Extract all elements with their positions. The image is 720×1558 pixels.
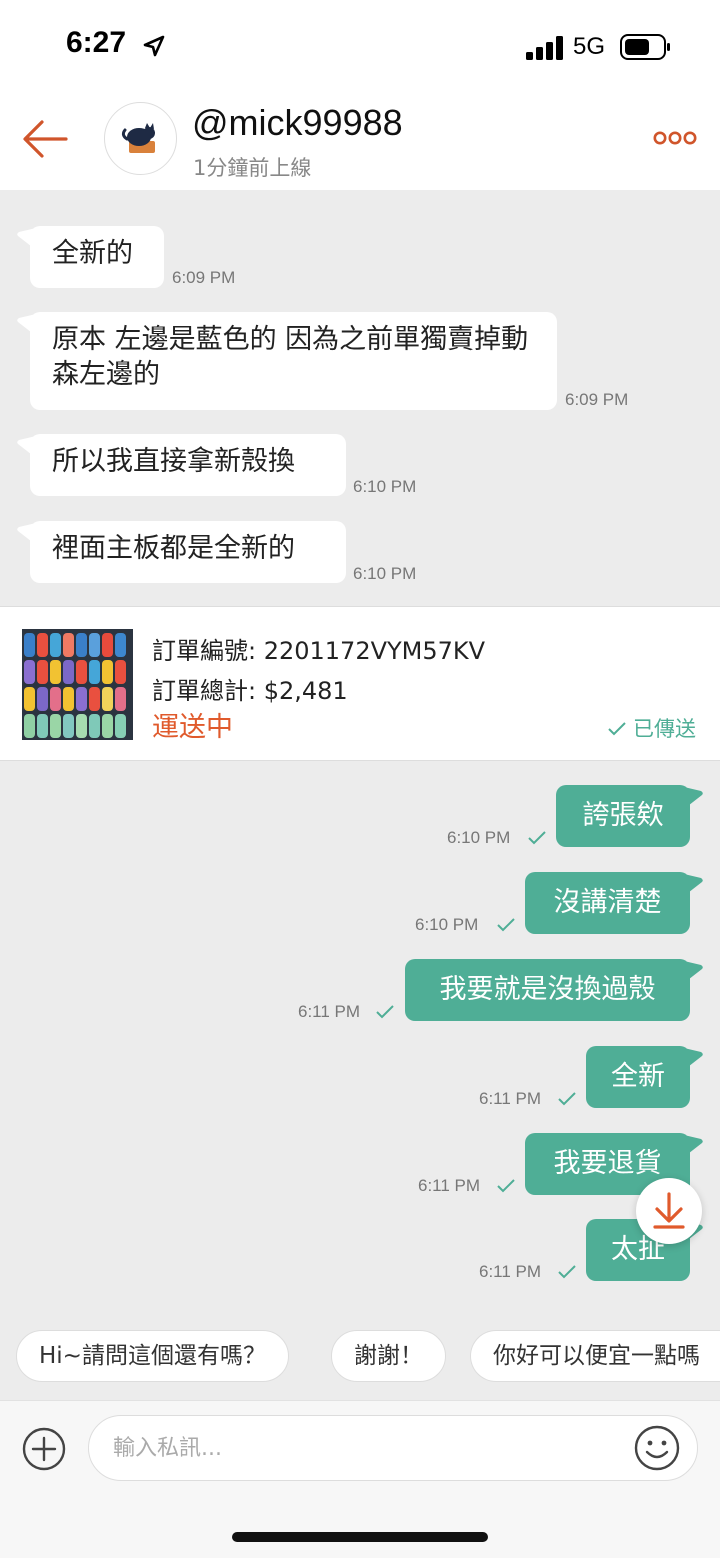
home-area [0,1495,720,1558]
order-thumbnail [22,629,133,740]
message-outgoing[interactable]: 誇張欸 [556,785,690,847]
check-icon [497,918,515,932]
location-arrow-icon [143,35,165,57]
message-incoming[interactable]: 所以我直接拿新殼換 [30,434,346,496]
quick-reply-chip[interactable]: Hi~請問這個還有嗎？ [16,1330,289,1382]
message-time: 6:10 PM [353,477,417,496]
message-incoming[interactable]: 全新的 [30,226,164,288]
message-text: 我要退貨 [553,1148,662,1179]
quick-replies: Hi~請問這個還有嗎？ 謝謝！ 你好可以便宜一點嗎 [0,1320,720,1400]
home-indicator[interactable] [232,1532,488,1542]
scroll-down-icon [653,1192,685,1229]
chat-header: @mick99988 1分鐘前上線 [0,90,720,190]
check-icon [497,1179,515,1193]
battery-icon [620,34,670,60]
check-icon [608,722,627,736]
message-incoming[interactable]: 裡面主板都是全新的 [30,521,346,583]
check-icon [376,1005,394,1019]
quick-reply-chip[interactable]: 你好可以便宜一點嗎 [470,1330,720,1382]
bubble-tail [684,874,703,896]
bubble-tail [684,1048,703,1070]
order-status: 運送中 [152,712,233,743]
back-arrow-icon[interactable] [22,118,68,160]
message-time: 6:11 PM [479,1089,542,1108]
quick-reply-chip[interactable]: 謝謝！ [331,1330,446,1382]
bubble-tail [684,787,703,809]
avatar-cat-icon [121,123,155,153]
bubble-tail [684,961,703,983]
message-time: 6:09 PM [172,268,236,287]
emoji-icon[interactable] [634,1425,680,1471]
more-icon[interactable] [652,128,698,148]
message-time: 6:11 PM [479,1262,542,1281]
scroll-down-button[interactable] [636,1178,702,1244]
message-outgoing[interactable]: 沒講清楚 [525,872,690,934]
check-icon [528,831,546,845]
message-time: 6:11 PM [418,1176,481,1195]
message-time: 6:10 PM [353,564,417,583]
message-text: 裡面主板都是全新的 [52,533,295,564]
network-type: 5G [573,33,606,60]
plus-icon[interactable] [22,1427,66,1471]
message-text: 誇張欸 [582,800,664,831]
order-sent-label: 已傳送 [633,717,696,741]
message-time: 6:11 PM [298,1002,361,1021]
message-text: 所以我直接拿新殼換 [52,446,295,477]
message-outgoing[interactable]: 全新 [586,1046,690,1108]
check-icon [558,1092,576,1106]
message-text: 全新 [611,1061,665,1092]
message-incoming[interactable]: 原本 左邊是藍色的 因為之前單獨賣掉動森左邊的 [30,312,557,410]
message-time: 6:09 PM [565,390,629,409]
order-sent-status: 已傳送 [608,713,696,743]
online-status: 1分鐘前上線 [193,156,312,180]
message-outgoing[interactable]: 我要就是沒換過殼 [405,959,690,1021]
message-text: 我要就是沒換過殼 [439,974,656,1005]
message-text: 沒講清楚 [553,887,662,918]
order-card[interactable]: 訂單編號: 2201172VYM57KV 訂單總計: $2,481 運送中 已傳… [0,606,720,761]
check-icon [558,1265,576,1279]
message-text: 原本 左邊是藍色的 因為之前單獨賣掉動森左邊的 [52,324,529,390]
message-time: 6:10 PM [447,828,511,847]
order-number: 訂單編號: 2201172VYM57KV [152,637,486,665]
message-text: 全新的 [52,238,133,269]
joycon-image-icon [22,629,133,740]
message-time: 6:10 PM [415,915,479,934]
message-input[interactable] [88,1415,698,1481]
avatar[interactable] [104,102,177,175]
chat-messages[interactable]: 全新的 6:09 PM 原本 左邊是藍色的 因為之前單獨賣掉動森左邊的 6:09… [0,190,720,1400]
order-total: 訂單總計: $2,481 [152,677,348,705]
signal-icon [526,36,563,60]
chat-partner-name: @mick99988 [192,102,403,143]
status-time: 6:27 [66,26,127,59]
message-composer [0,1400,720,1495]
bubble-tail [684,1135,703,1157]
status-bar: 6:27 5G [0,0,720,90]
